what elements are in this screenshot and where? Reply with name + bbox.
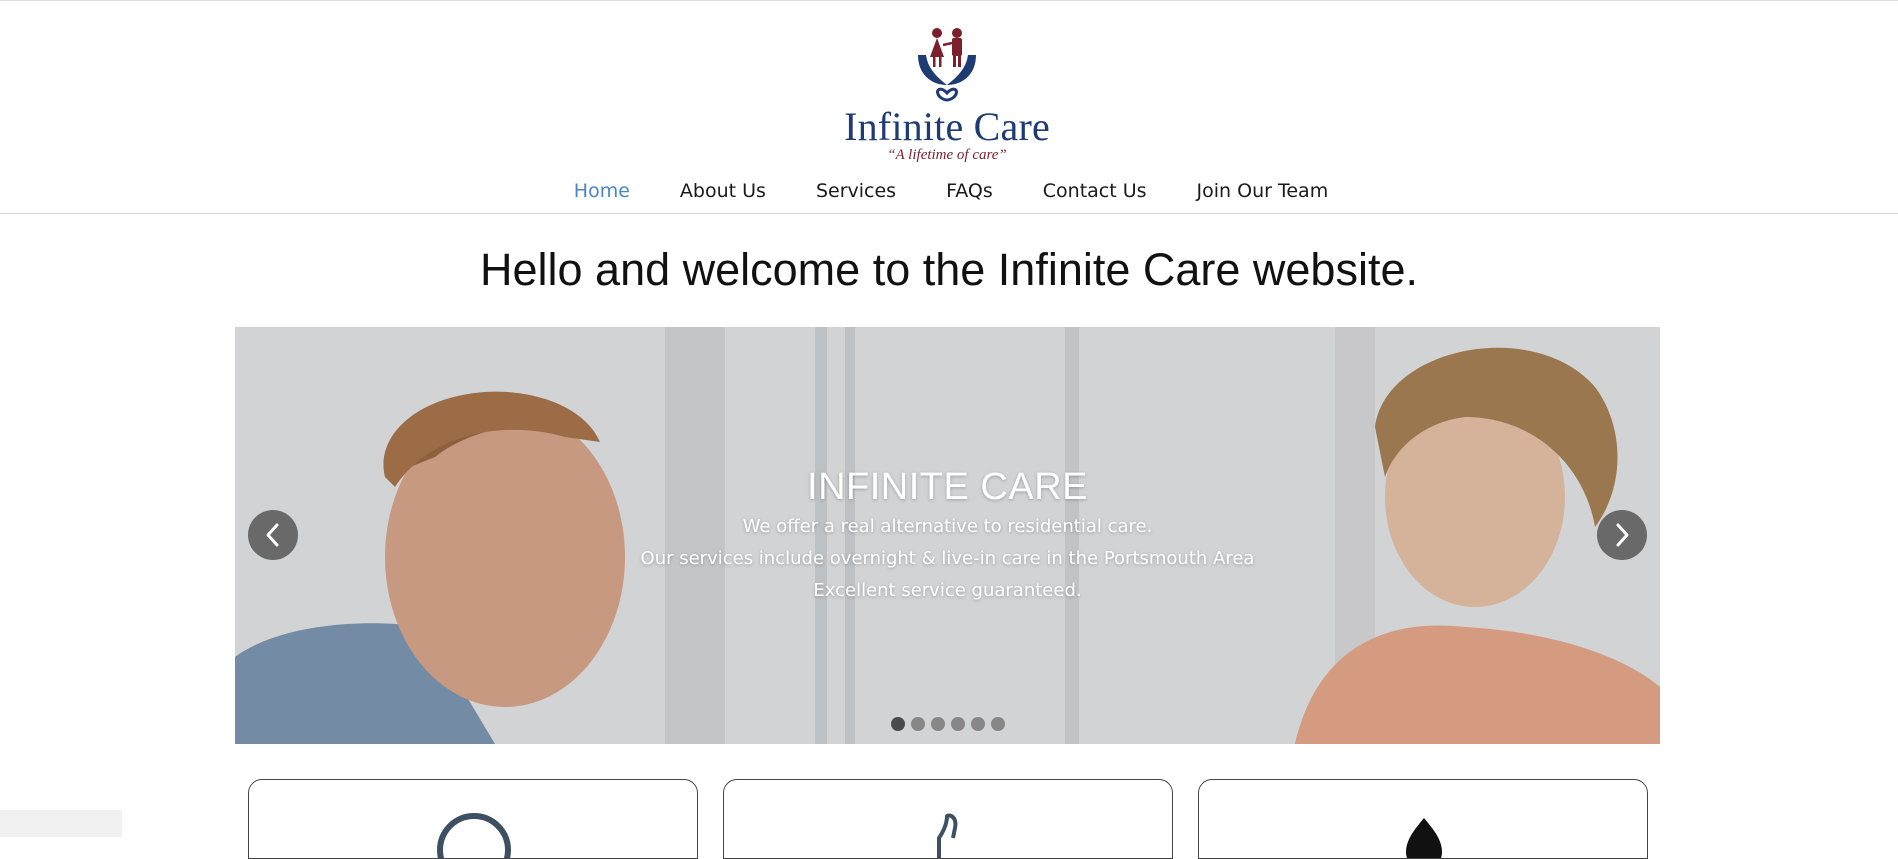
slider-dot-2[interactable]: [910, 717, 925, 731]
nav-home[interactable]: Home: [549, 173, 655, 209]
logo-title: Infinite Care: [844, 104, 1050, 149]
chevron-left-icon: [266, 523, 279, 547]
slider-dot-5[interactable]: [970, 717, 985, 731]
slider-dot-4[interactable]: [950, 717, 965, 731]
nav-services[interactable]: Services: [791, 173, 921, 209]
slider-pagination: [235, 717, 1660, 731]
feature-cards: [248, 779, 1648, 859]
clock-icon: [437, 813, 511, 858]
slide-title: INFINITE CARE: [807, 466, 1088, 508]
slider-dot-3[interactable]: [930, 717, 945, 731]
slider-dot-1[interactable]: [890, 717, 905, 731]
slider-next-button[interactable]: [1597, 510, 1647, 560]
drop-icon: [1406, 818, 1442, 858]
nav-faqs[interactable]: FAQs: [921, 173, 1018, 209]
site-header: Infinite Care “A lifetime of care” Home …: [0, 0, 1898, 214]
hero-slider: INFINITE CARE We offer a real alternativ…: [235, 327, 1660, 744]
feature-card-2[interactable]: [723, 779, 1173, 859]
slider-dot-6[interactable]: [990, 717, 1005, 731]
logo-tagline: “A lifetime of care”: [887, 147, 1007, 163]
slide-line-1: We offer a real alternative to residenti…: [742, 516, 1153, 537]
chevron-right-icon: [1616, 523, 1629, 547]
welcome-heading: Hello and welcome to the Infinite Care w…: [480, 244, 1418, 295]
feature-card-1[interactable]: [248, 779, 698, 859]
site-logo[interactable]: Infinite Care “A lifetime of care”: [836, 25, 1058, 165]
logo-emblem-icon: [918, 28, 976, 102]
nav-join-our-team[interactable]: Join Our Team: [1172, 173, 1354, 209]
nav-contact-us[interactable]: Contact Us: [1018, 173, 1172, 209]
feature-card-3[interactable]: [1198, 779, 1648, 859]
slide-line-2: Our services include overnight & live-in…: [640, 548, 1255, 569]
slide-line-3: Excellent service guaranteed.: [813, 580, 1082, 601]
nav-about-us[interactable]: About Us: [655, 173, 791, 209]
main-navigation: Home About Us Services FAQs Contact Us J…: [0, 173, 1898, 209]
slide-caption: INFINITE CARE We offer a real alternativ…: [235, 463, 1660, 607]
thumbs-up-icon: [937, 813, 958, 858]
slider-prev-button[interactable]: [248, 510, 298, 560]
corner-widget[interactable]: [0, 810, 122, 837]
